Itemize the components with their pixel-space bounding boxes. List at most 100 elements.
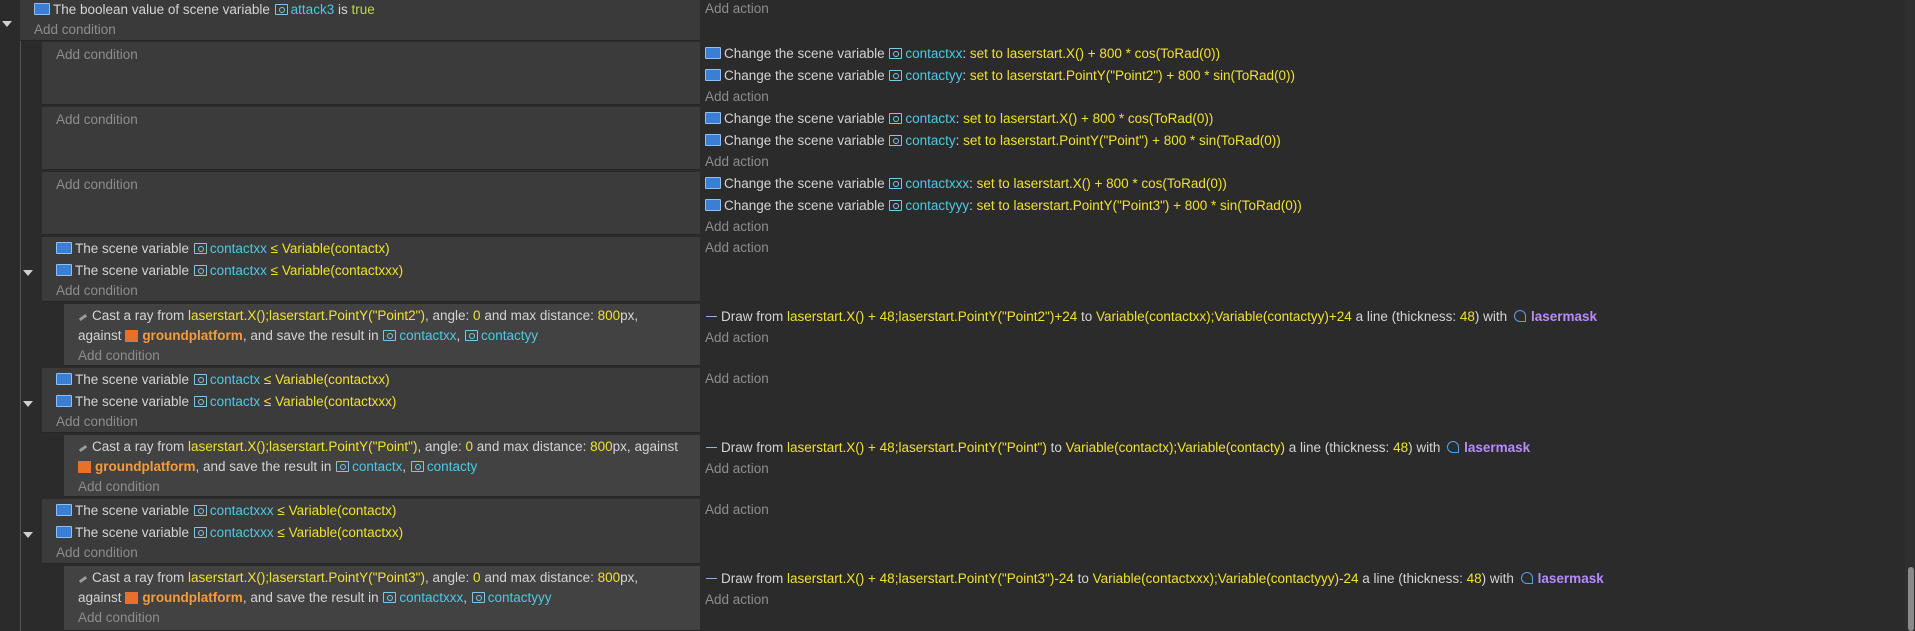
variable-icon xyxy=(889,48,903,59)
add-condition-button[interactable]: Add condition xyxy=(56,111,138,129)
condition-attack3-true[interactable]: The boolean value of scene variable atta… xyxy=(34,1,375,19)
add-action-button[interactable]: Add action xyxy=(705,329,769,347)
condition-raycast-continued[interactable]: groundplatform, and save the result in c… xyxy=(78,458,477,476)
add-action-button[interactable]: Add action xyxy=(705,239,769,257)
action-set-contactyyy[interactable]: Change the scene variable contactyyy: se… xyxy=(705,197,1302,215)
event-compare-contactxx[interactable]: The scene variable contactxx ≤ Variable(… xyxy=(42,237,700,302)
variable-icon xyxy=(410,461,424,472)
add-condition-button[interactable]: Add condition xyxy=(78,347,160,365)
variable-icon xyxy=(464,330,478,341)
add-action-button[interactable]: Add action xyxy=(705,591,769,609)
scrollbar-thumb[interactable] xyxy=(1908,567,1914,631)
draw-line-icon xyxy=(706,316,717,317)
lasermask-object-icon xyxy=(1513,310,1526,322)
variable-icon xyxy=(193,505,207,516)
add-condition-button[interactable]: Add condition xyxy=(34,21,116,39)
lasermask-object-icon xyxy=(1447,441,1460,453)
condition-raycast[interactable]: Cast a ray from laserstart.X();laserstar… xyxy=(78,307,638,325)
draw-line-icon xyxy=(706,447,717,448)
vertical-scrollbar[interactable] xyxy=(1905,0,1915,631)
action-set-contactxxx[interactable]: Change the scene variable contactxxx: se… xyxy=(705,175,1227,193)
event-set-contactxxx[interactable]: Add condition xyxy=(42,172,700,235)
scene-variable-icon xyxy=(56,373,72,385)
action-draw-line-point3[interactable]: Draw from laserstart.X() + 48;laserstart… xyxy=(705,570,1604,588)
object-icon xyxy=(125,330,139,342)
variable-icon xyxy=(889,113,903,124)
variable-icon xyxy=(193,243,207,254)
event-set-contactxx[interactable]: Add condition xyxy=(42,42,700,105)
variable-icon xyxy=(889,135,903,146)
collapse-caret-icon[interactable] xyxy=(23,401,33,407)
scene-variable-icon xyxy=(705,177,721,189)
collapse-caret-icon[interactable] xyxy=(23,532,33,538)
condition-raycast-continued[interactable]: against groundplatform, and save the res… xyxy=(78,327,538,345)
tree-guide xyxy=(20,41,21,631)
condition-raycast[interactable]: Cast a ray from laserstart.X();laserstar… xyxy=(78,569,638,587)
draw-line-icon xyxy=(706,578,717,579)
scene-variable-icon xyxy=(705,112,721,124)
event-compare-contactxxx[interactable]: The scene variable contactxxx ≤ Variable… xyxy=(42,499,700,564)
condition-raycast[interactable]: Cast a ray from laserstart.X();laserstar… xyxy=(78,438,678,456)
add-condition-button[interactable]: Add condition xyxy=(78,478,160,496)
variable-icon xyxy=(471,592,485,603)
add-condition-button[interactable]: Add condition xyxy=(56,544,138,562)
add-condition-button[interactable]: Add condition xyxy=(56,46,138,64)
condition-contactxxx-le-contactx[interactable]: The scene variable contactxxx ≤ Variable… xyxy=(56,502,396,520)
variable-icon xyxy=(889,178,903,189)
raycast-icon xyxy=(78,311,88,321)
scene-variable-icon xyxy=(56,242,72,254)
condition-contactx-le-contactxxx[interactable]: The scene variable contactx ≤ Variable(c… xyxy=(56,393,396,411)
variable-icon xyxy=(274,4,288,15)
add-action-button[interactable]: Add action xyxy=(705,370,769,388)
action-set-contactyy[interactable]: Change the scene variable contactyy: set… xyxy=(705,67,1295,85)
variable-icon xyxy=(383,592,397,603)
add-condition-button[interactable]: Add condition xyxy=(56,176,138,194)
variable-icon xyxy=(193,396,207,407)
subevent-raycast-point2[interactable]: Cast a ray from laserstart.X();laserstar… xyxy=(64,304,700,366)
scene-variable-icon xyxy=(56,504,72,516)
action-set-contactx[interactable]: Change the scene variable contactx: set … xyxy=(705,110,1213,128)
action-set-contactxx[interactable]: Change the scene variable contactxx: set… xyxy=(705,45,1220,63)
scene-variable-icon xyxy=(705,134,721,146)
action-draw-line-point2[interactable]: Draw from laserstart.X() + 48;laserstart… xyxy=(705,308,1597,326)
event-compare-contactx[interactable]: The scene variable contactx ≤ Variable(c… xyxy=(42,368,700,433)
condition-raycast-continued[interactable]: against groundplatform, and save the res… xyxy=(78,589,552,607)
add-action-button[interactable]: Add action xyxy=(705,460,769,478)
variable-icon xyxy=(336,461,350,472)
scene-variable-icon xyxy=(705,47,721,59)
scene-variable-icon xyxy=(56,264,72,276)
collapse-caret-icon[interactable] xyxy=(23,270,33,276)
add-condition-button[interactable]: Add condition xyxy=(56,282,138,300)
subevent-raycast-point3[interactable]: Cast a ray from laserstart.X();laserstar… xyxy=(64,566,700,631)
add-condition-button[interactable]: Add condition xyxy=(78,609,160,627)
add-condition-button[interactable]: Add condition xyxy=(56,413,138,431)
variable-icon xyxy=(193,527,207,538)
condition-contactx-le-contactxx[interactable]: The scene variable contactx ≤ Variable(c… xyxy=(56,371,390,389)
condition-contactxx-le-contactxxx[interactable]: The scene variable contactxx ≤ Variable(… xyxy=(56,262,403,280)
add-action-button[interactable]: Add action xyxy=(705,0,769,18)
action-draw-line-point[interactable]: Draw from laserstart.X() + 48;laserstart… xyxy=(705,439,1530,457)
subevent-raycast-point[interactable]: Cast a ray from laserstart.X();laserstar… xyxy=(64,435,700,497)
raycast-icon xyxy=(78,573,88,583)
scene-variable-icon xyxy=(56,395,72,407)
object-icon xyxy=(78,461,91,473)
collapse-caret-icon[interactable] xyxy=(2,21,12,27)
add-action-button[interactable]: Add action xyxy=(705,218,769,236)
add-action-button[interactable]: Add action xyxy=(705,88,769,106)
scene-variable-icon xyxy=(705,69,721,81)
variable-icon xyxy=(193,265,207,276)
scene-variable-icon xyxy=(705,199,721,211)
add-action-button[interactable]: Add action xyxy=(705,153,769,171)
condition-contactxx-le-contactx[interactable]: The scene variable contactxx ≤ Variable(… xyxy=(56,240,390,258)
object-icon xyxy=(125,592,139,604)
variable-icon xyxy=(889,70,903,81)
condition-contactxxx-le-contactxx[interactable]: The scene variable contactxxx ≤ Variable… xyxy=(56,524,403,542)
raycast-icon xyxy=(78,442,88,452)
add-action-button[interactable]: Add action xyxy=(705,501,769,519)
action-set-contacty[interactable]: Change the scene variable contacty: set … xyxy=(705,132,1281,150)
variable-icon xyxy=(193,374,207,385)
event-attack3-conditions[interactable]: The boolean value of scene variable atta… xyxy=(20,0,700,41)
event-set-contactx[interactable]: Add condition xyxy=(42,107,700,170)
variable-icon xyxy=(889,200,903,211)
lasermask-object-icon xyxy=(1520,572,1533,584)
